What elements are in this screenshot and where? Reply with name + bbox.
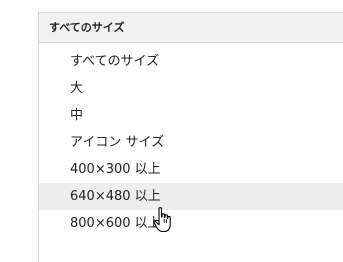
size-option-large[interactable]: 大 [39, 75, 343, 102]
hand-pointer-icon [153, 207, 171, 233]
size-options-list: すべてのサイズ 大 中 アイコン サイズ 400×300 以上 640×480 … [39, 43, 343, 237]
size-filter-dropdown: すべてのサイズ すべてのサイズ 大 中 アイコン サイズ 400×300 以上 … [38, 12, 343, 262]
size-option-all[interactable]: すべてのサイズ [39, 48, 343, 75]
size-option-icon[interactable]: アイコン サイズ [39, 129, 343, 156]
size-option-800x600[interactable]: 800×600 以上 [39, 210, 343, 237]
dropdown-header[interactable]: すべてのサイズ [39, 13, 343, 43]
size-option-400x300[interactable]: 400×300 以上 [39, 156, 343, 183]
size-option-medium[interactable]: 中 [39, 102, 343, 129]
size-option-640x480[interactable]: 640×480 以上 [39, 183, 343, 210]
